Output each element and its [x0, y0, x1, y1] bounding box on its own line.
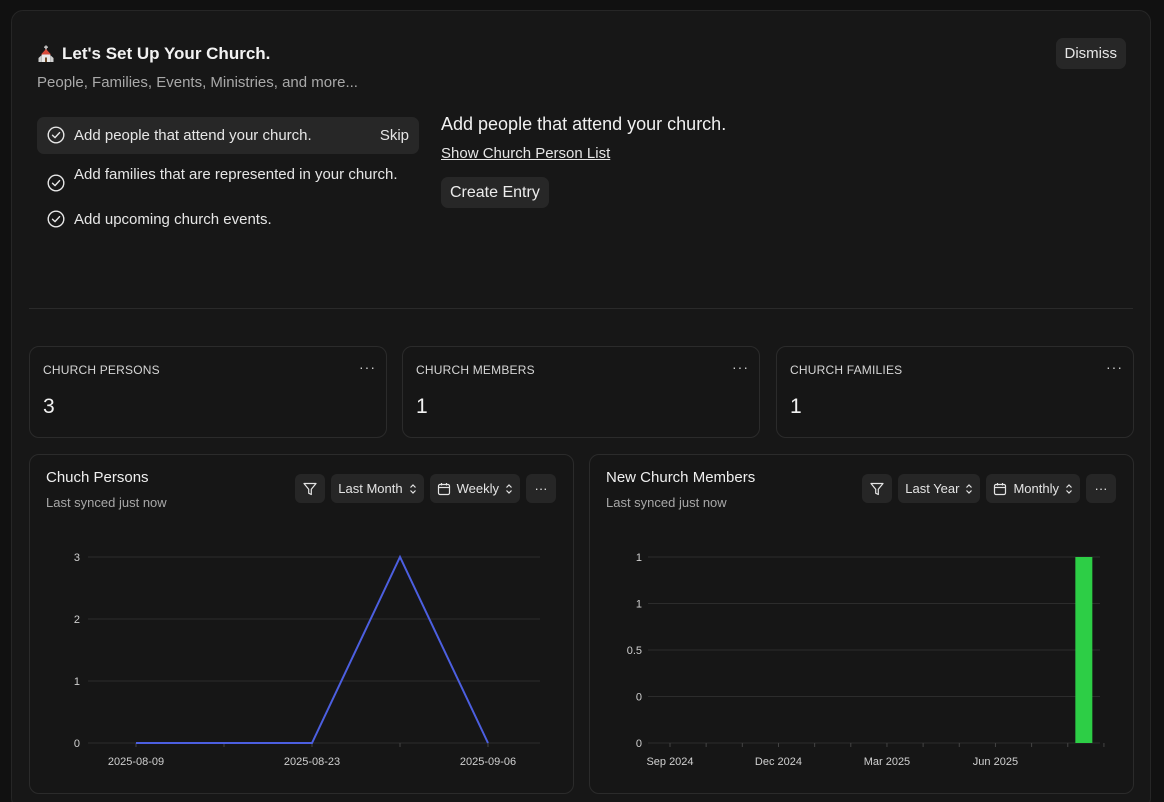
section-divider	[29, 308, 1133, 309]
filter-icon	[870, 482, 884, 495]
church-icon	[38, 45, 54, 62]
more-icon[interactable]: ···	[1106, 359, 1123, 375]
y-tick-label: 0	[74, 738, 80, 750]
chevron-up-down-icon	[1066, 483, 1072, 494]
onboarding-detail: Add people that attend your church. Show…	[441, 114, 726, 208]
range-select-label: Last Month	[338, 481, 403, 496]
stat-card-church-persons: CHURCH PERSONS 3 ···	[29, 346, 387, 438]
check-circle-icon	[47, 174, 65, 192]
onboarding-title: Let's Set Up Your Church.	[37, 44, 270, 64]
y-tick-label: 1	[636, 599, 642, 611]
onboarding-step-families[interactable]: Add families that are represented in you…	[37, 156, 419, 199]
chevron-up-down-icon	[966, 483, 973, 494]
range-select[interactable]: Last Year	[898, 474, 981, 503]
stat-label: CHURCH PERSONS	[43, 363, 160, 377]
filter-button[interactable]	[295, 474, 326, 503]
skip-button[interactable]: Skip	[380, 124, 409, 147]
interval-select[interactable]: Weekly	[429, 474, 520, 503]
stat-card-church-members: CHURCH MEMBERS 1 ···	[402, 346, 760, 438]
stat-value: 1	[416, 395, 428, 418]
step-label: Add upcoming church events.	[74, 211, 272, 228]
interval-select-label: Monthly	[1013, 481, 1059, 496]
more-icon: ···	[1094, 481, 1108, 496]
calendar-icon	[437, 482, 450, 495]
x-tick-label: 2025-08-09	[108, 756, 164, 768]
x-tick-label: 2025-08-23	[284, 756, 340, 768]
chart-card-church-persons: Chuch Persons Last synced just now Last …	[29, 454, 574, 794]
more-icon[interactable]: ···	[732, 359, 749, 375]
chevron-up-down-icon	[506, 483, 512, 494]
y-tick-label: 0.5	[627, 645, 642, 657]
chart-card-new-members: New Church Members Last synced just now …	[589, 454, 1134, 794]
range-select-label: Last Year	[905, 481, 960, 496]
interval-select-label: Weekly	[456, 481, 499, 496]
x-tick-label: Jun 2025	[973, 756, 1018, 768]
filter-button[interactable]	[862, 474, 893, 503]
y-tick-label: 1	[74, 676, 80, 688]
check-circle-icon	[47, 210, 65, 228]
onboarding-step-events[interactable]: Add upcoming church events.	[37, 201, 419, 238]
stat-label: CHURCH MEMBERS	[416, 363, 535, 377]
x-tick-label: Sep 2024	[646, 756, 693, 768]
chart-controls: Last Year Monthly ···	[862, 474, 1116, 503]
more-icon[interactable]: ···	[359, 359, 376, 375]
step-label: Add people that attend your church.	[74, 127, 312, 144]
interval-select[interactable]: Monthly	[986, 474, 1080, 503]
dismiss-button[interactable]: Dismiss	[1055, 38, 1126, 69]
chevron-up-down-icon	[409, 483, 416, 494]
detail-heading: Add people that attend your church.	[441, 114, 727, 134]
stat-label: CHURCH FAMILIES	[790, 363, 903, 377]
x-tick-label: Mar 2025	[864, 756, 910, 768]
calendar-icon	[994, 482, 1007, 495]
y-tick-label: 0	[636, 738, 642, 750]
y-tick-label: 0	[636, 692, 642, 704]
dashboard-panel: Let's Set Up Your Church. People, Famili…	[11, 10, 1151, 802]
range-select[interactable]: Last Month	[331, 474, 424, 503]
show-person-list-link[interactable]: Show Church Person List	[441, 145, 610, 162]
chart-title: New Church Members	[606, 469, 756, 486]
stat-value: 3	[43, 395, 55, 418]
series-line	[136, 554, 489, 744]
more-icon: ···	[534, 481, 548, 496]
step-label: Add families that are represented in you…	[74, 166, 398, 183]
onboarding-steps: Add people that attend your church. Skip…	[37, 117, 419, 240]
filter-icon	[303, 482, 317, 495]
y-tick-label: 2	[74, 614, 80, 626]
bar	[1075, 557, 1093, 743]
check-circle-icon	[47, 126, 65, 144]
x-tick-label: 2025-09-06	[460, 756, 516, 768]
onboarding-subtitle: People, Families, Events, Ministries, an…	[37, 74, 358, 91]
chart-title: Chuch Persons	[46, 469, 149, 486]
stat-card-church-families: CHURCH FAMILIES 1 ···	[776, 346, 1134, 438]
chart-subtitle: Last synced just now	[46, 495, 167, 510]
chart-controls: Last Month Weekly ···	[295, 474, 556, 503]
y-tick-label: 1	[636, 552, 642, 564]
chart-subtitle: Last synced just now	[606, 495, 727, 510]
y-tick-label: 3	[74, 552, 80, 564]
stat-value: 1	[790, 395, 802, 418]
bar-chart: 0 0 0.5 1 1 Sep 2024 Dec 2024 Mar 2025 Jun 2025	[627, 552, 1105, 768]
line-chart: 0 1 2 3 2025-08-09 2025-08-23 2025-09-06	[74, 552, 540, 768]
x-tick-label: Dec 2024	[755, 756, 802, 768]
onboarding-step-people[interactable]: Add people that attend your church. Skip	[37, 117, 419, 154]
onboarding-title-text: Let's Set Up Your Church.	[62, 44, 271, 63]
chart-menu-button[interactable]: ···	[1086, 474, 1116, 503]
create-entry-button[interactable]: Create Entry	[441, 177, 549, 208]
chart-menu-button[interactable]: ···	[526, 474, 556, 503]
